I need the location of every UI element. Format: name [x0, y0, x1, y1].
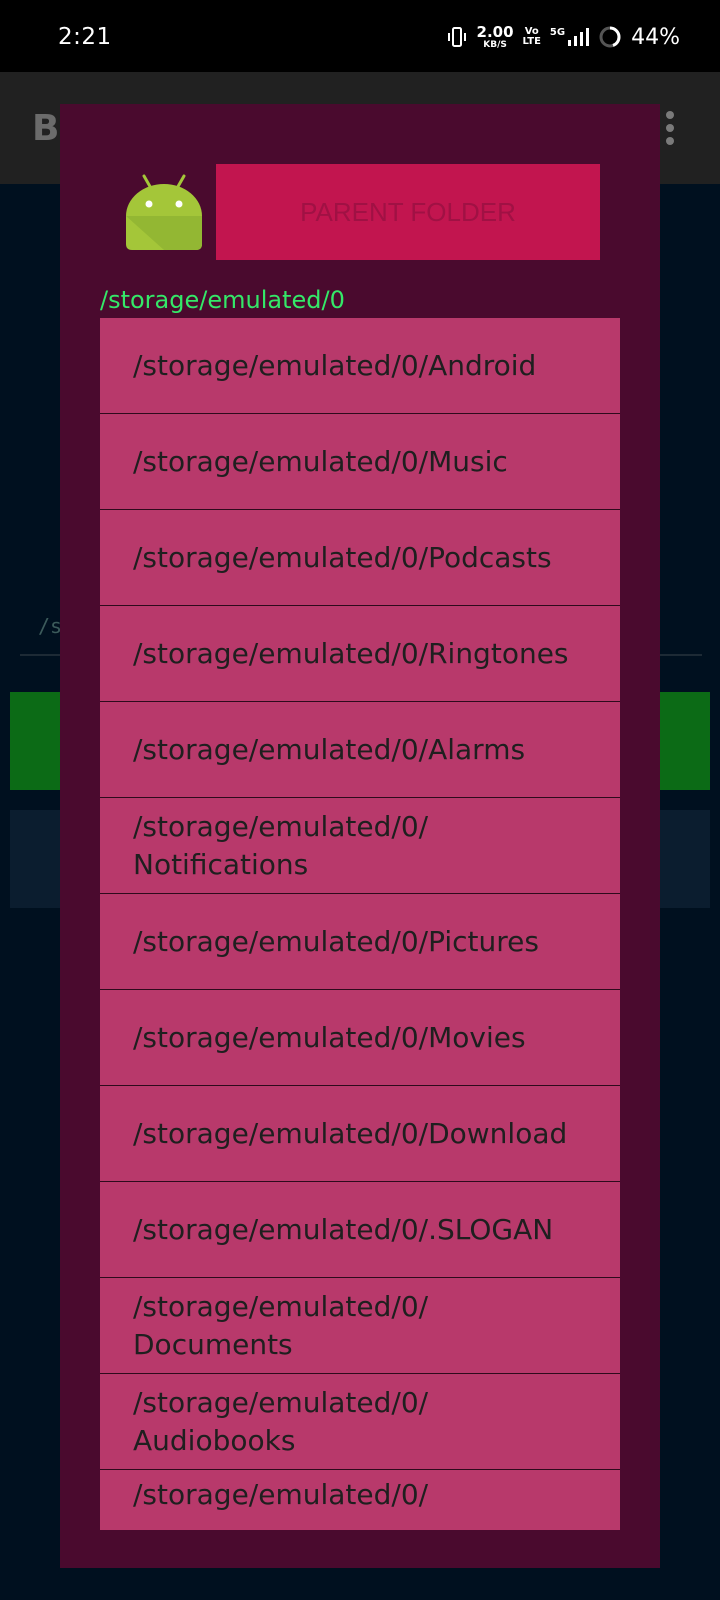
- current-path: /storage/emulated/0: [100, 286, 345, 314]
- net-speed: 2.00 KB/S: [476, 22, 514, 50]
- folder-path-text: Audiobooks: [133, 1423, 296, 1457]
- folder-path-text: /storage/emulated/0/: [133, 1478, 429, 1511]
- folder-path-text: /storage/emulated/0/Movies: [133, 1020, 526, 1054]
- folder-path-text: /storage/emulated/0/Podcasts: [133, 540, 552, 574]
- folder-path-text: Documents: [133, 1327, 293, 1361]
- folder-path-text: /storage/emulated/0/: [133, 809, 429, 843]
- folder-path-text: /storage/emulated/0/Ringtones: [133, 636, 569, 670]
- folder-picker-dialog: PARENT FOLDER /storage/emulated/0 /stora…: [60, 104, 660, 1568]
- folder-path-text: /storage/emulated/0/Pictures: [133, 924, 539, 958]
- folder-list-item[interactable]: /storage/emulated/0/Ringtones: [100, 606, 620, 702]
- folder-list-item[interactable]: /storage/emulated/0/Pictures: [100, 894, 620, 990]
- network-type: 5G: [549, 27, 566, 38]
- folder-path-text: /storage/emulated/0/: [133, 1289, 429, 1323]
- folder-list-item[interactable]: /storage/emulated/0/Download: [100, 1086, 620, 1182]
- status-icons: 2.00 KB/S Vo LTE 5G 44%: [446, 22, 680, 52]
- folder-list-item[interactable]: /storage/emulated/0/Movies: [100, 990, 620, 1086]
- volte-indicator: Vo LTE: [523, 27, 541, 47]
- folder-path-text: /storage/emulated/0/Download: [133, 1116, 568, 1150]
- background-path-text: /s: [38, 614, 63, 638]
- folder-list-item[interactable]: /storage/emulated/0/: [100, 1470, 620, 1530]
- battery-ring-icon: [598, 25, 622, 49]
- folder-path-text: Notifications: [133, 847, 309, 881]
- folder-list-item[interactable]: /storage/emulated/0/Notifications: [100, 798, 620, 894]
- folder-path-text: /storage/emulated/0/.SLOGAN: [133, 1212, 554, 1246]
- status-time: 2:21: [58, 24, 112, 50]
- status-bar: 2:21 2.00 KB/S Vo LTE 5G 44%: [0, 0, 720, 72]
- folder-path-text: /storage/emulated/0/Alarms: [133, 732, 526, 766]
- volte-bottom: LTE: [522, 36, 541, 47]
- folder-list-item[interactable]: /storage/emulated/0/Alarms: [100, 702, 620, 798]
- folder-path-text: /storage/emulated/0/Music: [133, 444, 508, 478]
- android-robot-icon: [124, 172, 204, 260]
- net-speed-value: 2.00: [476, 22, 514, 41]
- parent-folder-button[interactable]: PARENT FOLDER: [216, 164, 600, 260]
- folder-list-item[interactable]: /storage/emulated/0/Android: [100, 318, 620, 414]
- signal-5g-icon: 5G: [549, 27, 590, 47]
- net-speed-unit: KB/S: [483, 39, 507, 50]
- app-title: B: [32, 108, 60, 149]
- folder-path-text: /storage/emulated/0/: [133, 1385, 429, 1419]
- folder-list-item[interactable]: /storage/emulated/0/Documents: [100, 1278, 620, 1374]
- folder-list-item[interactable]: /storage/emulated/0/Music: [100, 414, 620, 510]
- overflow-menu-icon[interactable]: [664, 110, 676, 150]
- folder-path-text: /storage/emulated/0/Android: [133, 348, 537, 382]
- folder-list-item[interactable]: /storage/emulated/0/Podcasts: [100, 510, 620, 606]
- folder-list-item[interactable]: /storage/emulated/0/.SLOGAN: [100, 1182, 620, 1278]
- battery-percent: 44%: [631, 24, 680, 50]
- folder-list-item[interactable]: /storage/emulated/0/Audiobooks: [100, 1374, 620, 1470]
- folder-list[interactable]: /storage/emulated/0/Android/storage/emul…: [100, 318, 620, 1530]
- vibrate-icon: [446, 26, 468, 48]
